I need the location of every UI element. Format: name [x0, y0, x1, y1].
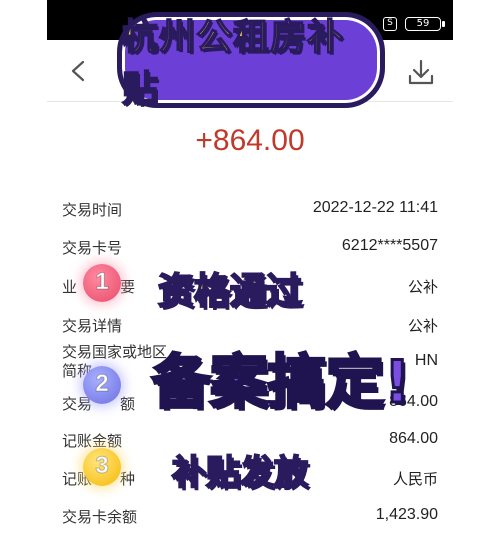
phone-screenshot: S 59 杭州公租房补贴 +864.00 交易时间 2022-12-22 11:… — [0, 0, 500, 533]
row-transaction-time: 交易时间 2022-12-22 11:41 — [62, 199, 438, 225]
overlay-step-3: 补贴发放 — [171, 452, 309, 494]
row-label: 交易详情 — [62, 317, 123, 335]
row-value: 864.00 — [389, 430, 438, 447]
step-badge-1: 1 — [83, 264, 121, 302]
step-badge-2: 2 — [83, 366, 121, 404]
row-value: 人民币 — [392, 470, 438, 488]
chevron-left-icon[interactable] — [69, 60, 89, 82]
row-card-balance: 交易卡余额 1,423.90 — [62, 506, 438, 532]
row-value: 1,423.90 — [375, 506, 438, 523]
left-margin — [0, 0, 47, 533]
row-label: 交易卡号 — [62, 239, 123, 257]
row-value: 公补 — [407, 278, 438, 296]
transaction-amount: +864.00 — [195, 124, 305, 157]
title-banner: 杭州公租房补贴 — [117, 12, 385, 111]
right-margin — [453, 0, 500, 533]
row-label-suffix: 要 — [120, 278, 136, 296]
download-icon[interactable] — [407, 58, 435, 86]
money-icon: S — [383, 17, 397, 31]
title-banner-text: 杭州公租房补贴 — [121, 16, 345, 111]
row-card-number: 交易卡号 6212****5507 — [62, 237, 438, 263]
battery-icon: 59 — [405, 17, 445, 31]
row-value: HN — [414, 352, 438, 369]
row-label-suffix: 额 — [120, 395, 136, 413]
overlay-step-2: 备案搞定! — [150, 347, 411, 418]
row-value: 公补 — [407, 317, 438, 335]
step-badge-3: 3 — [83, 448, 121, 486]
row-label: 业 — [62, 278, 78, 296]
row-value: 6212****5507 — [341, 237, 438, 254]
row-value: 2022-12-22 11:41 — [312, 199, 438, 216]
row-label: 交易时间 — [62, 201, 123, 219]
row-label: 记账金额 — [62, 432, 123, 450]
row-label: 交易卡余额 — [62, 508, 138, 526]
row-label-suffix: 种 — [120, 470, 136, 488]
overlay-step-1: 资格通过 — [157, 270, 303, 313]
